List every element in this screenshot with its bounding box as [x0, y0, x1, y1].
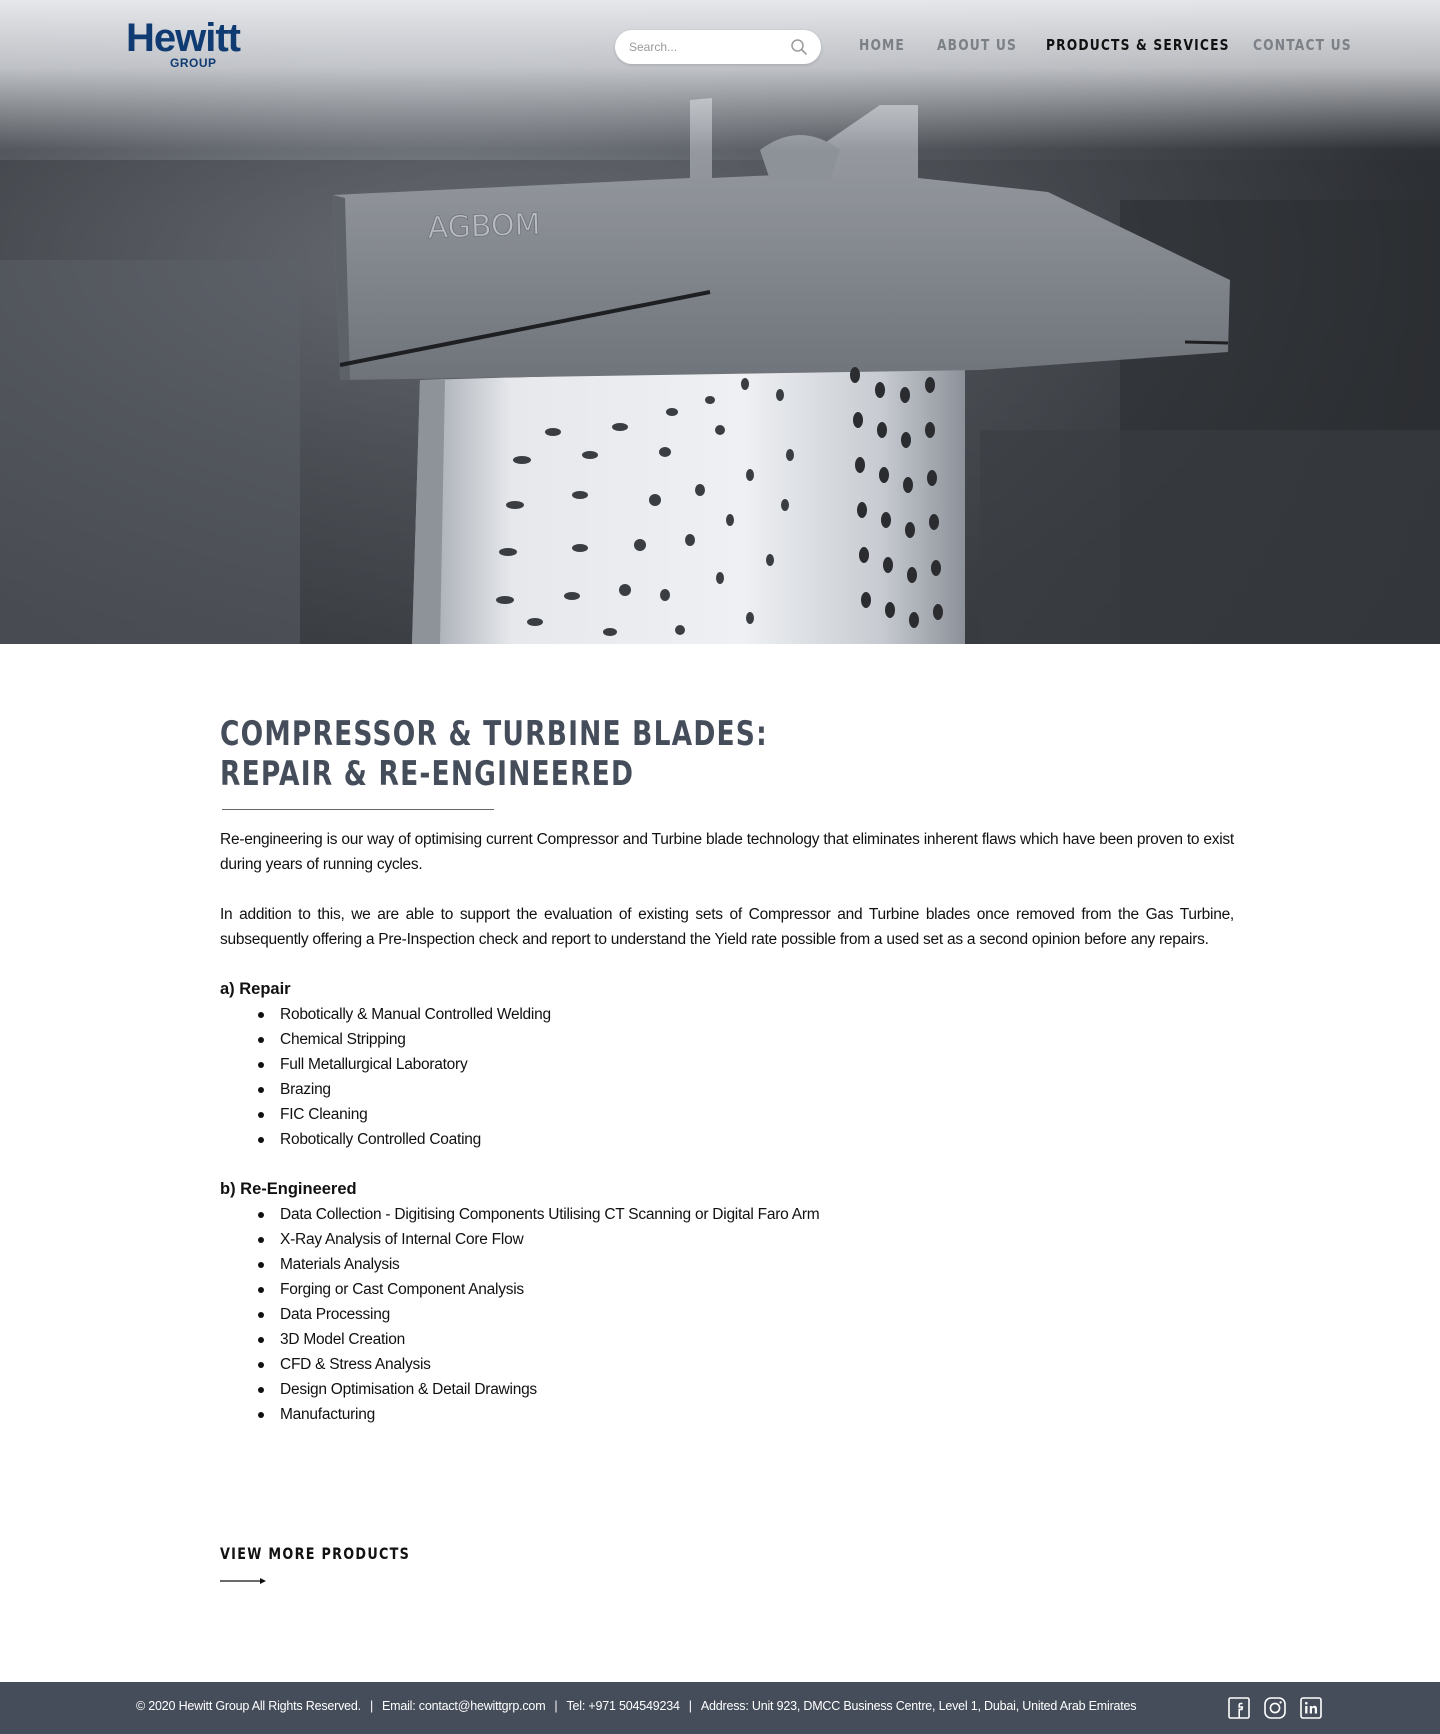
list-item: Materials Analysis — [220, 1252, 819, 1277]
blade-marking: AGBOM — [427, 207, 541, 246]
footer-copyright: © 2020 Hewitt Group All Rights Reserved. — [136, 1699, 361, 1713]
list-item: Manufacturing — [220, 1402, 819, 1427]
footer-separator: | — [369, 1699, 373, 1713]
search-icon[interactable] — [790, 38, 808, 56]
footer-info: © 2020 Hewitt Group All Rights Reserved.… — [136, 1699, 1137, 1713]
linkedin-icon[interactable] — [1299, 1696, 1323, 1720]
repair-heading: a) Repair — [220, 980, 291, 998]
footer-email[interactable]: Email: contact@hewittgrp.com — [382, 1699, 546, 1713]
footer-separator: | — [554, 1699, 558, 1713]
page-title-line-1: COMPRESSOR & TURBINE BLADES: — [220, 714, 768, 754]
view-more-products-link[interactable]: VIEW MORE PRODUCTS — [220, 1544, 410, 1563]
hewitt-group-logo[interactable]: Hewitt GROUP — [126, 16, 266, 70]
page-title-line-2: REPAIR & RE-ENGINEERED — [220, 754, 635, 794]
list-item: Data Collection - Digitising Components … — [220, 1202, 820, 1227]
list-item: X-Ray Analysis of Internal Core Flow — [220, 1227, 819, 1252]
page-title: COMPRESSOR & TURBINE BLADES: REPAIR & RE… — [220, 714, 768, 794]
nav-contact-us[interactable]: CONTACT US — [1253, 36, 1352, 54]
instagram-icon[interactable] — [1263, 1696, 1287, 1720]
repair-list: Robotically & Manual Controlled Welding … — [220, 1002, 551, 1152]
list-item: Robotically & Manual Controlled Welding — [220, 1002, 551, 1027]
list-item: Forging or Cast Component Analysis — [220, 1277, 819, 1302]
list-item: Data Processing — [220, 1302, 819, 1327]
reengineered-list: Data Collection - Digitising Components … — [220, 1202, 820, 1427]
list-item: FIC Cleaning — [220, 1102, 551, 1127]
reengineered-heading: b) Re-Engineered — [220, 1180, 357, 1198]
footer-telephone[interactable]: Tel: +971 504549234 — [566, 1699, 680, 1713]
facebook-icon[interactable] — [1227, 1696, 1251, 1720]
list-item: Robotically Controlled Coating — [220, 1127, 551, 1152]
nav-products-services[interactable]: PRODUCTS & SERVICES — [1046, 36, 1230, 54]
logo-subtitle: GROUP — [170, 56, 217, 70]
list-item: 3D Model Creation — [220, 1327, 819, 1352]
footer-separator: | — [688, 1699, 692, 1713]
nav-home[interactable]: HOME — [859, 36, 905, 54]
search-box — [615, 30, 821, 64]
evaluation-paragraph: In addition to this, we are able to supp… — [220, 906, 1234, 948]
list-item: Chemical Stripping — [220, 1027, 551, 1052]
list-item: CFD & Stress Analysis — [220, 1352, 819, 1377]
logo-wordmark: Hewitt — [126, 16, 241, 60]
list-item: Design Optimisation & Detail Drawings — [220, 1377, 819, 1402]
hero-banner: AGBOM — [0, 0, 1440, 644]
intro-paragraph: Re-engineering is our way of optimising … — [220, 831, 1234, 873]
list-item: Brazing — [220, 1077, 551, 1102]
list-item: Full Metallurgical Laboratory — [220, 1052, 551, 1077]
title-divider — [222, 809, 494, 810]
search-input[interactable] — [629, 37, 789, 57]
nav-about-us[interactable]: ABOUT US — [937, 36, 1017, 54]
arrow-right-icon[interactable] — [219, 1575, 267, 1587]
footer-address: Address: Unit 923, DMCC Business Centre,… — [700, 1699, 1137, 1713]
site-footer: © 2020 Hewitt Group All Rights Reserved.… — [0, 1682, 1440, 1734]
